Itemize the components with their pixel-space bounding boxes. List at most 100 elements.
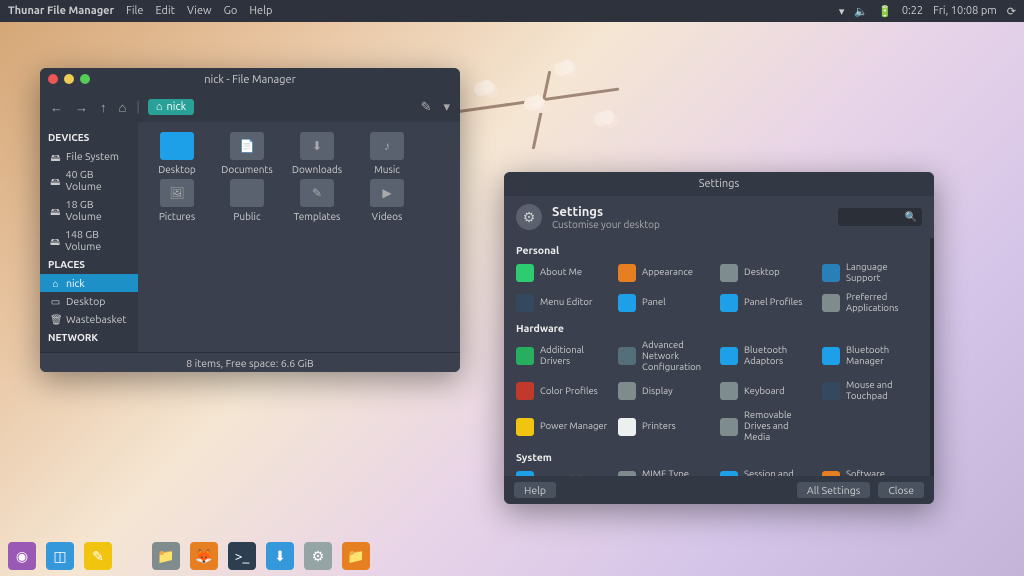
battery-icon[interactable]: 🔋 <box>878 5 892 18</box>
menu-go[interactable]: Go <box>224 5 238 17</box>
home-button[interactable]: ⌂ <box>117 100 129 115</box>
settings-window-title: Settings <box>699 178 740 190</box>
folder-label: Downloads <box>292 164 342 175</box>
dock-launcher[interactable]: 📁 <box>342 542 370 570</box>
settings-item-appearance[interactable]: Appearance <box>618 260 714 286</box>
sidebar-item-label: nick <box>66 277 85 289</box>
edit-path-button[interactable]: ✎ <box>419 100 434 115</box>
system-tray: ▾ 🔈 🔋 0:22 Fri, 10:08 pm ⟳ <box>839 5 1016 18</box>
settings-item-label: Display <box>642 386 673 397</box>
fm-titlebar[interactable]: nick - File Manager <box>40 68 460 92</box>
forward-button[interactable]: → <box>73 100 90 115</box>
help-button[interactable]: Help <box>514 482 556 498</box>
settings-item-label: Bluetooth Adaptors <box>744 345 816 367</box>
settings-item-session-and-startup[interactable]: Session and Startup <box>720 467 816 476</box>
maximize-icon[interactable] <box>80 74 90 84</box>
folder-public[interactable]: Public <box>218 179 276 222</box>
all-settings-button[interactable]: All Settings <box>797 482 870 498</box>
folder-label: Documents <box>221 164 272 175</box>
dock-launcher[interactable]: ✎ <box>84 542 112 570</box>
settings-item-color-profiles[interactable]: Color Profiles <box>516 378 612 404</box>
settings-item-mime-type-editor[interactable]: MIME Type Editor <box>618 467 714 476</box>
dock-launcher[interactable]: ⚙ <box>304 542 332 570</box>
settings-item-icon <box>720 264 738 282</box>
settings-item-label: Keyboard <box>744 386 785 397</box>
settings-item-label: Color Profiles <box>540 386 598 397</box>
back-button[interactable]: ← <box>48 100 65 115</box>
settings-item-display[interactable]: Display <box>618 378 714 404</box>
settings-item-advanced-network-configuration[interactable]: Advanced Network Configuration <box>618 338 714 375</box>
settings-footer: Help All Settings Close <box>504 476 934 504</box>
sidebar-item-label: File System <box>66 150 119 162</box>
sidebar-item-file-system[interactable]: 🖴File System <box>40 147 138 165</box>
settings-search[interactable]: 🔍 <box>838 208 922 226</box>
sidebar-item-label: 40 GB Volume <box>66 168 130 192</box>
settings-item-desktop[interactable]: Desktop <box>720 260 816 286</box>
menu-help[interactable]: Help <box>249 5 272 17</box>
settings-titlebar[interactable]: Settings <box>504 172 934 196</box>
menu-edit[interactable]: Edit <box>155 5 175 17</box>
dock-launcher[interactable]: ⬇ <box>266 542 294 570</box>
sidebar-item-wastebasket[interactable]: 🗑Wastebasket <box>40 310 138 328</box>
settings-item-removable-drives-and-media[interactable]: Removable Drives and Media <box>720 408 816 445</box>
folder-pictures[interactable]: 🖼Pictures <box>148 179 206 222</box>
settings-item-bluetooth-manager[interactable]: Bluetooth Manager <box>822 338 918 375</box>
sidebar-item-148-gb-volume[interactable]: 🖴148 GB Volume <box>40 225 138 255</box>
settings-item-language-support[interactable]: Language Support <box>822 260 918 286</box>
wifi-icon[interactable]: ▾ <box>839 5 845 18</box>
settings-item-panel-profiles[interactable]: Panel Profiles <box>720 290 816 316</box>
folder-videos[interactable]: ▶Videos <box>358 179 416 222</box>
minimize-icon[interactable] <box>64 74 74 84</box>
menu-view[interactable]: View <box>187 5 212 17</box>
settings-item-mouse-and-touchpad[interactable]: Mouse and Touchpad <box>822 378 918 404</box>
up-button[interactable]: ↑ <box>98 100 109 115</box>
settings-body[interactable]: PersonalAbout MeAppearanceDesktopLanguag… <box>504 238 934 476</box>
dock-launcher[interactable]: 🦊 <box>190 542 218 570</box>
folder-label: Music <box>374 164 400 175</box>
close-icon[interactable] <box>48 74 58 84</box>
dock-launcher[interactable]: >_ <box>228 542 256 570</box>
dock-launcher[interactable]: ◫ <box>46 542 74 570</box>
settings-item-about-me[interactable]: About Me <box>516 260 612 286</box>
folder-desktop[interactable]: Desktop <box>148 132 206 175</box>
settings-item-power-manager[interactable]: Power Manager <box>516 408 612 445</box>
settings-item-accessibility[interactable]: Accessibility <box>516 467 612 476</box>
sidebar-item-nick[interactable]: ⌂nick <box>40 274 138 292</box>
settings-item-panel[interactable]: Panel <box>618 290 714 316</box>
settings-item-preferred-applications[interactable]: Preferred Applications <box>822 290 918 316</box>
close-button[interactable]: Close <box>878 482 924 498</box>
settings-item-label: Preferred Applications <box>846 292 918 314</box>
window-controls <box>48 74 90 84</box>
settings-item-software-updater[interactable]: Software Updater <box>822 467 918 476</box>
fm-file-grid[interactable]: Desktop 📄Documents ⬇Downloads ♪Music 🖼Pictur… <box>138 122 460 352</box>
toolbar-menu-button[interactable]: ▾ <box>441 100 452 115</box>
settings-item-label: Desktop <box>744 267 780 278</box>
settings-item-bluetooth-adaptors[interactable]: Bluetooth Adaptors <box>720 338 816 375</box>
settings-item-label: Language Support <box>846 262 918 284</box>
menu-file[interactable]: File <box>126 5 143 17</box>
folder-music[interactable]: ♪Music <box>358 132 416 175</box>
sidebar-item-18-gb-volume[interactable]: 🖴18 GB Volume <box>40 195 138 225</box>
folder-templates[interactable]: ✎Templates <box>288 179 346 222</box>
settings-item-menu-editor[interactable]: Menu Editor <box>516 290 612 316</box>
settings-item-icon <box>720 382 738 400</box>
path-crumb[interactable]: ⌂ nick <box>148 99 194 115</box>
sidebar-item-40-gb-volume[interactable]: 🖴40 GB Volume <box>40 165 138 195</box>
fm-sidebar: DEVICES 🖴File System🖴40 GB Volume🖴18 GB … <box>40 122 138 352</box>
settings-item-additional-drivers[interactable]: Additional Drivers <box>516 338 612 375</box>
clock[interactable]: Fri, 10:08 pm <box>933 5 997 17</box>
settings-item-icon <box>720 418 738 436</box>
session-icon[interactable]: ⟳ <box>1007 5 1016 18</box>
settings-item-keyboard[interactable]: Keyboard <box>720 378 816 404</box>
sidebar-item-label: Wastebasket <box>66 313 127 325</box>
folder-documents[interactable]: 📄Documents <box>218 132 276 175</box>
sidebar-item-browse-network[interactable]: ⊕Browse Network <box>40 347 138 352</box>
settings-item-label: Panel Profiles <box>744 297 802 308</box>
folder-downloads[interactable]: ⬇Downloads <box>288 132 346 175</box>
dock-launcher[interactable]: 📁 <box>152 542 180 570</box>
sidebar-item-desktop[interactable]: ▭Desktop <box>40 292 138 310</box>
dock-launcher[interactable]: ◉ <box>8 542 36 570</box>
volume-icon[interactable]: 🔈 <box>854 5 868 18</box>
settings-item-printers[interactable]: Printers <box>618 408 714 445</box>
settings-item-label: Panel <box>642 297 666 308</box>
